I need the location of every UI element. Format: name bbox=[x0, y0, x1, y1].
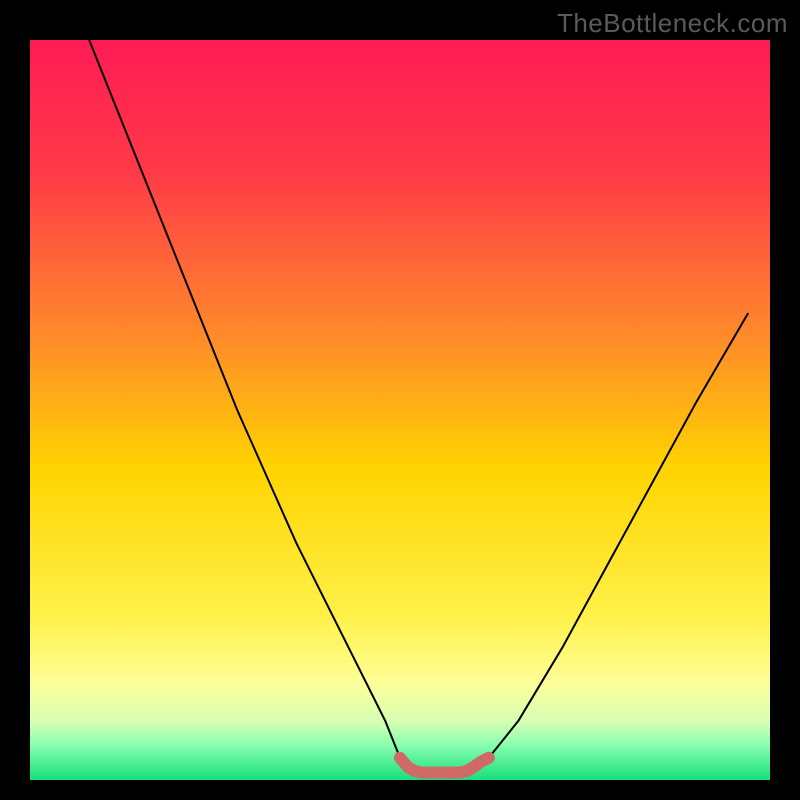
watermark-text: TheBottleneck.com bbox=[557, 8, 788, 39]
bottleneck-chart bbox=[0, 0, 800, 800]
chart-plot-bg bbox=[30, 40, 770, 780]
chart-frame: TheBottleneck.com bbox=[0, 0, 800, 800]
